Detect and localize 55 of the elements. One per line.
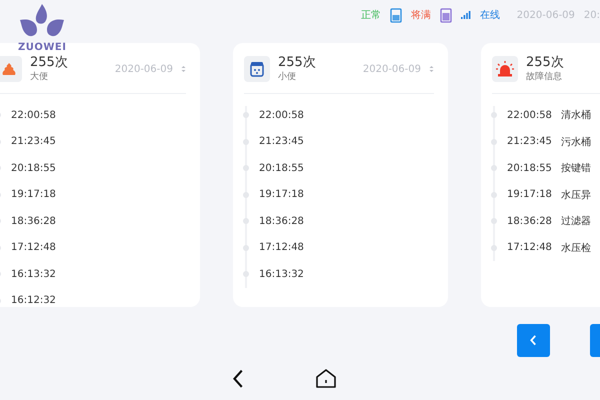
poop-icon [2,62,16,76]
event-time: 16:13:32 [259,268,304,280]
event-time: 20:18:55 [507,162,552,174]
tank-icon [440,8,452,22]
event-time: 19:17:18 [11,189,56,200]
event-text: 清水桶 [560,108,591,122]
previous-button[interactable] [517,324,550,357]
bottle-icon [250,61,264,77]
count-text: 255次 [278,55,317,70]
event-time: 20:18:55 [259,162,304,174]
count-text: 255次 [526,55,565,70]
home-icon [315,369,337,389]
status-label: 将满 [410,8,431,22]
siren-icon [496,61,514,77]
event-time: 21:23:45 [259,136,304,148]
category-label: 故障信息 [526,70,563,83]
status-date: 2020-06-09 [516,10,575,20]
event-text: 按键错 [560,162,591,176]
event-time: 22:00:58 [507,110,552,121]
event-time: 18:36:28 [11,216,56,227]
count-text: 255次 [30,55,69,70]
event-time: 17:12:48 [11,242,56,254]
status-label: 正常 [360,8,381,22]
status-time: 20: [584,10,600,20]
event-text: 水压异 [560,188,591,202]
event-time: 17:12:48 [507,242,552,254]
event-time: 19:17:18 [259,189,304,200]
category-label: 大便 [30,70,49,83]
event-time: 18:36:28 [259,216,304,227]
event-time: 20:18:55 [11,162,56,174]
event-time: 22:00:58 [11,110,56,121]
event-text: 水压检 [560,242,591,255]
category-label: 小便 [278,70,297,83]
event-time: 21:23:45 [507,136,552,148]
sort-icon[interactable] [429,65,434,73]
sort-icon[interactable] [181,65,186,73]
signal-icon [460,11,471,19]
event-time: 16:13:32 [11,268,56,280]
date-text: 2020-06-09 [114,64,173,74]
event-time: 22:00:58 [259,110,304,121]
date-text: 2020-06-09 [362,64,421,74]
event-time: 21:23:45 [11,136,56,148]
back-button[interactable] [232,369,245,389]
event-text: 污水桶 [560,136,591,149]
back-icon [232,369,245,388]
event-text: 过滤器 [560,214,591,228]
tank-icon [390,8,402,22]
event-time: 17:12:48 [259,242,304,254]
status-label: 在线 [480,8,500,22]
home-button[interactable] [315,369,337,389]
logo-text: ZUOWEI [18,42,66,53]
event-time: 16:12:32 [11,295,56,306]
event-time: 19:17:18 [507,189,552,200]
chevron-left-icon [530,335,537,346]
event-time: 18:36:28 [507,216,552,227]
